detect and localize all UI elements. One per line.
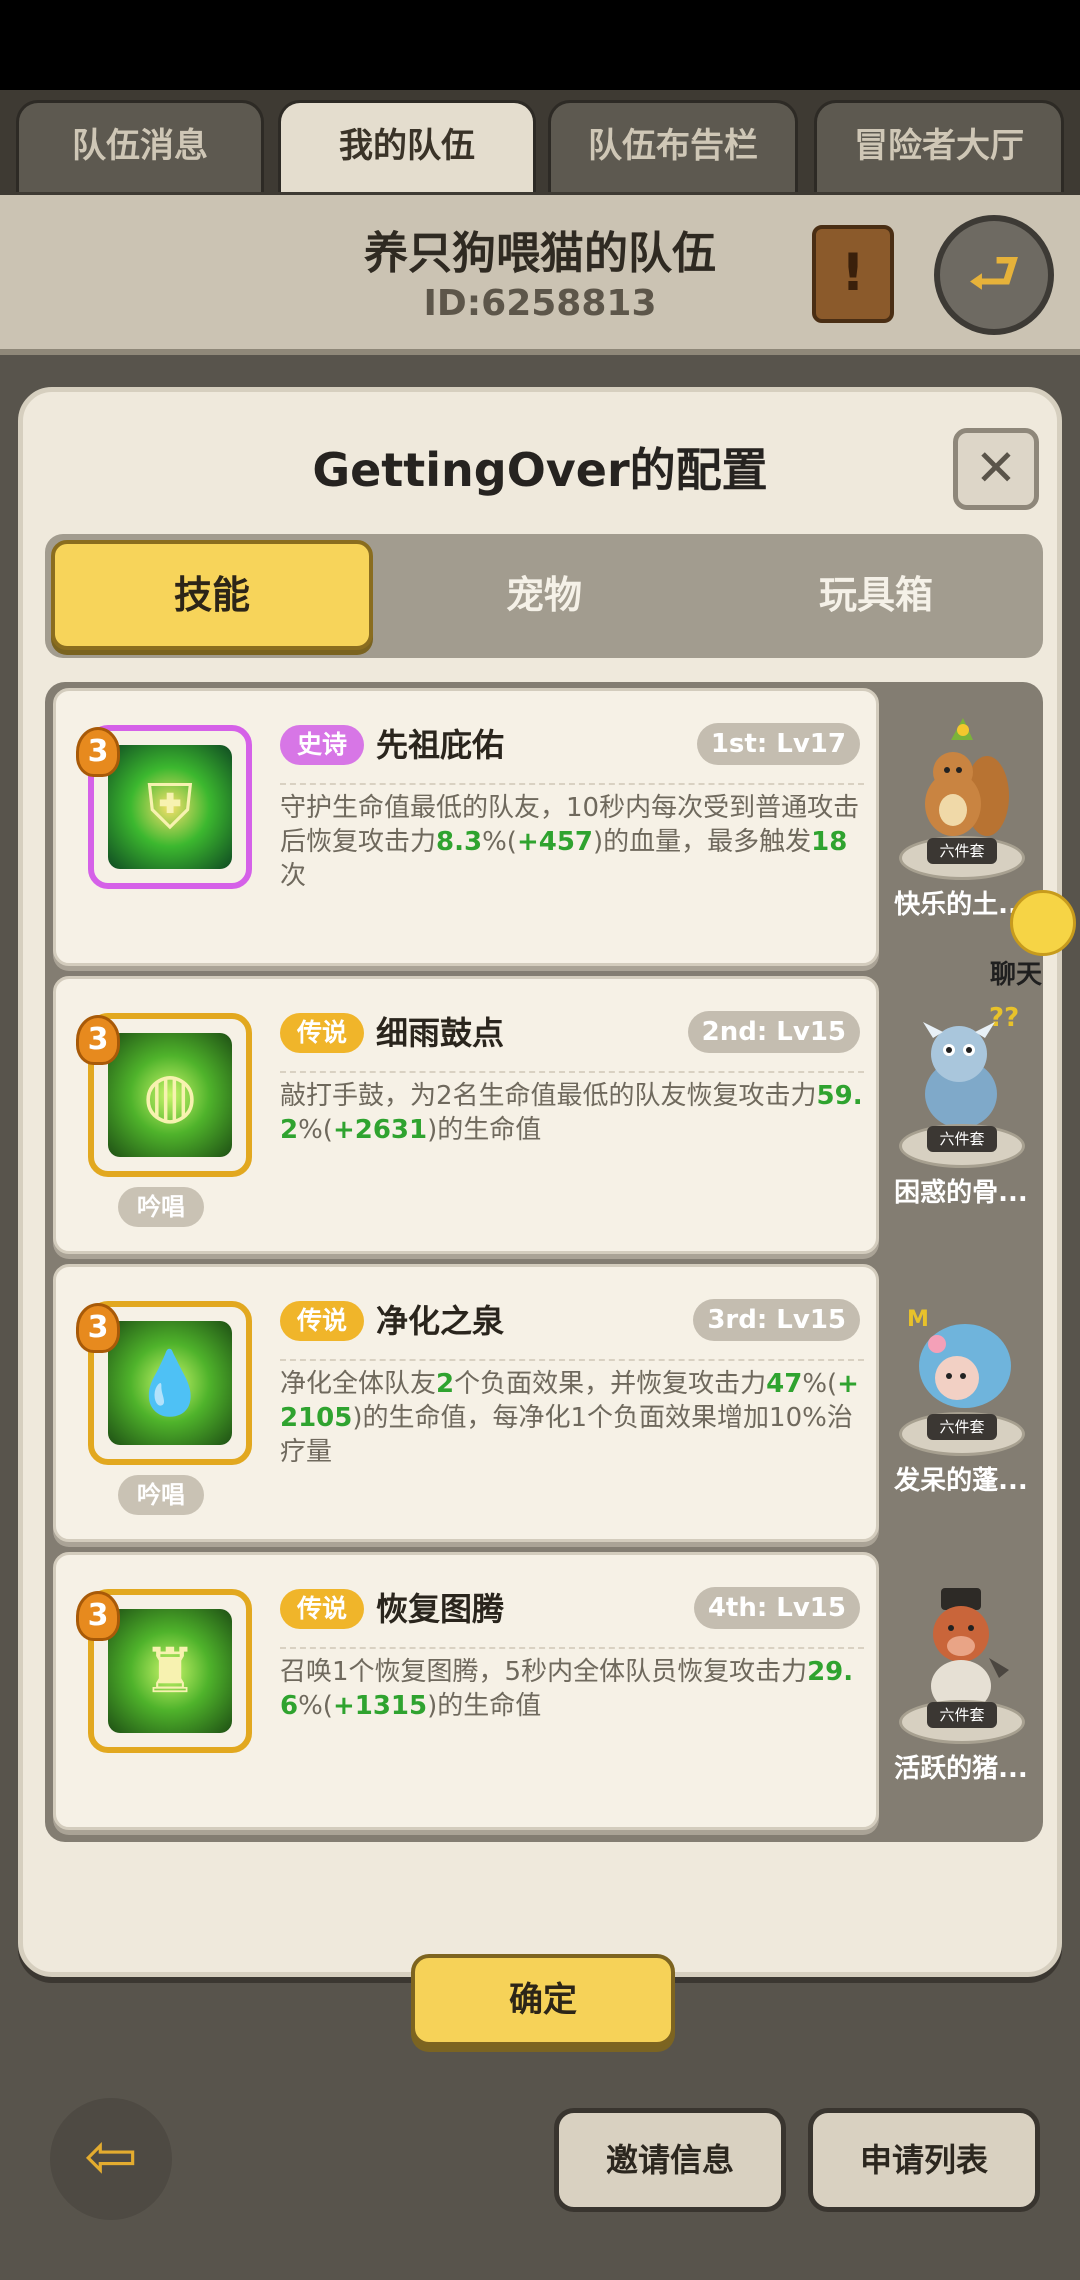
desc-text: %( bbox=[482, 827, 517, 857]
desc-value: 18 bbox=[811, 827, 848, 857]
desc-text: %( bbox=[802, 1369, 838, 1399]
divider bbox=[280, 783, 864, 787]
close-icon: ✕ bbox=[975, 439, 1017, 497]
chat-face-icon bbox=[1010, 890, 1076, 956]
team-name: 养只狗喂猫的队伍 bbox=[364, 228, 716, 279]
pet-set-badge: 六件套 bbox=[927, 1702, 997, 1728]
skill-slot-level: 4th: Lv15 bbox=[693, 1587, 860, 1629]
tab-my-team[interactable]: 我的队伍 bbox=[278, 100, 536, 192]
pet-name: 活跃的猪... bbox=[894, 1754, 1028, 1784]
desc-value: +1315 bbox=[332, 1691, 428, 1721]
close-button[interactable]: ✕ bbox=[953, 428, 1039, 510]
desc-text: )的血量，最多触发 bbox=[593, 827, 812, 857]
divider bbox=[280, 1359, 864, 1363]
rarity-badge: 史诗 bbox=[280, 725, 364, 765]
pet-set-badge: 六件套 bbox=[927, 1414, 997, 1440]
pet-slot[interactable]: ?? 六件套 困惑的骨... bbox=[879, 976, 1043, 1254]
skill-level-badge: 3 bbox=[76, 1591, 120, 1641]
desc-value: 2 bbox=[436, 1369, 455, 1399]
apply-list-button[interactable]: 申请列表 bbox=[808, 2108, 1040, 2212]
desc-text: %( bbox=[298, 1115, 333, 1145]
pet-name: 发呆的蓬... bbox=[894, 1466, 1028, 1496]
drum-icon: ◍ bbox=[142, 1058, 198, 1131]
desc-value: +2631 bbox=[332, 1115, 428, 1145]
desc-text: %( bbox=[298, 1691, 333, 1721]
config-tabs: 技能 宠物 玩具箱 bbox=[45, 534, 1043, 658]
chant-tag: 吟唱 bbox=[118, 1187, 204, 1227]
desc-value: 47 bbox=[766, 1369, 803, 1399]
skill-level-badge: 3 bbox=[76, 1303, 120, 1353]
tab-team-messages[interactable]: 队伍消息 bbox=[16, 100, 264, 192]
pet-slot[interactable]: M 六件套 发呆的蓬... bbox=[879, 1264, 1043, 1542]
divider bbox=[280, 1071, 864, 1075]
tab-team-bulletin[interactable]: 队伍布告栏 bbox=[548, 100, 798, 192]
skill-description: 守护生命值最低的队友，10秒内每次受到普通攻击后恢复攻击力8.3%(+457)的… bbox=[280, 791, 864, 893]
desc-text: 净化全体队友 bbox=[280, 1369, 437, 1399]
skill-name: 恢复图腾 bbox=[376, 1590, 505, 1628]
skill-card[interactable]: ⛨ 3 史诗 先祖庇佑 1st: Lv17 守护生命值最低的队友，10秒内每次受… bbox=[53, 688, 879, 966]
pet-name: 困惑的骨... bbox=[894, 1178, 1028, 1208]
chant-tag: 吟唱 bbox=[118, 1475, 204, 1515]
rarity-badge: 传说 bbox=[280, 1013, 364, 1053]
skill-name: 细雨鼓点 bbox=[376, 1014, 505, 1052]
skill-card[interactable]: 💧 3 吟唱 传说 净化之泉 3rd: Lv15 净化全体队友2个负面效果，并恢… bbox=[53, 1264, 879, 1542]
app-screen: 队伍消息 我的队伍 队伍布告栏 冒险者大厅 养只狗喂猫的队伍 ID:625881… bbox=[0, 90, 1080, 2280]
dialog-title: GettingOver的配置 bbox=[312, 443, 768, 497]
rarity-badge: 传说 bbox=[280, 1589, 364, 1629]
skill-card[interactable]: ◍ 3 吟唱 传说 细雨鼓点 2nd: Lv15 敲打手鼓，为2名生命值最低的队… bbox=[53, 976, 879, 1254]
team-id: ID:6258813 bbox=[423, 283, 657, 324]
status-bar bbox=[0, 0, 1080, 90]
desc-text: )的生命值 bbox=[427, 1691, 542, 1721]
pet-slot[interactable]: 六件套 活跃的猪... bbox=[879, 1552, 1043, 1830]
desc-value: 8.3 bbox=[436, 827, 483, 857]
desc-value: +457 bbox=[516, 827, 593, 857]
back-arrow-icon[interactable]: ⇦ bbox=[50, 2098, 172, 2220]
invite-info-button[interactable]: 邀请信息 bbox=[554, 2108, 786, 2212]
skill-name: 净化之泉 bbox=[376, 1302, 505, 1340]
svg-text:M: M bbox=[907, 1307, 929, 1332]
skill-description: 召唤1个恢复图腾，5秒内全体队员恢复攻击力29.6%(+1315)的生命值 bbox=[280, 1655, 864, 1723]
exit-team-icon[interactable]: ⮐ bbox=[934, 215, 1054, 335]
desc-text: 个负面效果，并恢复攻击力 bbox=[454, 1369, 767, 1399]
desc-text: 召唤1个恢复图腾，5秒内全体队员恢复攻击力 bbox=[280, 1657, 808, 1687]
rarity-badge: 传说 bbox=[280, 1301, 364, 1341]
chat-button[interactable]: 聊天 bbox=[972, 890, 1078, 1000]
skill-level-badge: 3 bbox=[76, 1015, 120, 1065]
team-header: 养只狗喂猫的队伍 ID:6258813 ! ⮐ bbox=[0, 195, 1080, 355]
skill-card[interactable]: ♜ 3 传说 恢复图腾 4th: Lv15 召唤1个恢复图腾，5秒内全体队员恢复… bbox=[53, 1552, 879, 1830]
svg-text:??: ?? bbox=[989, 1003, 1019, 1033]
totem-icon: ♜ bbox=[142, 1634, 198, 1707]
top-tabs: 队伍消息 我的队伍 队伍布告栏 冒险者大厅 bbox=[0, 90, 1080, 195]
skill-description: 净化全体队友2个负面效果，并恢复攻击力47%(+2105)的生命值，每净化1个负… bbox=[280, 1367, 864, 1469]
desc-text: )的生命值，每净化1个负面效果增加10%治疗量 bbox=[280, 1403, 853, 1467]
skill-level-badge: 3 bbox=[76, 727, 120, 777]
pet-set-badge: 六件套 bbox=[927, 1126, 997, 1152]
chat-label: 聊天 bbox=[990, 960, 1043, 990]
skill-description: 敲打手鼓，为2名生命值最低的队友恢复攻击力59.2%(+2631)的生命值 bbox=[280, 1079, 864, 1147]
skill-name: 先祖庇佑 bbox=[376, 726, 505, 764]
skill-slot-level: 3rd: Lv15 bbox=[693, 1299, 860, 1341]
shield-icon: ⛨ bbox=[146, 770, 194, 843]
desc-text: 敲打手鼓，为2名生命值最低的队友恢复攻击力 bbox=[280, 1081, 817, 1111]
divider bbox=[280, 1647, 864, 1651]
skill-list: ⛨ 3 史诗 先祖庇佑 1st: Lv17 守护生命值最低的队友，10秒内每次受… bbox=[45, 682, 1043, 1842]
tab-skills[interactable]: 技能 bbox=[51, 540, 373, 650]
tab-pets[interactable]: 宠物 bbox=[383, 540, 705, 650]
config-dialog: GettingOver的配置 ✕ 技能 宠物 玩具箱 ⛨ 3 史诗 先祖庇佑 1… bbox=[18, 387, 1062, 2046]
tab-adventurer-hall[interactable]: 冒险者大厅 bbox=[814, 100, 1064, 192]
notice-scroll-icon[interactable]: ! bbox=[812, 225, 894, 323]
water-drop-icon: 💧 bbox=[131, 1346, 209, 1419]
desc-text: 次 bbox=[280, 861, 307, 891]
skill-slot-level: 2nd: Lv15 bbox=[687, 1011, 860, 1053]
pet-set-badge: 六件套 bbox=[927, 838, 997, 864]
tab-toybox[interactable]: 玩具箱 bbox=[715, 540, 1037, 650]
desc-text: )的生命值 bbox=[427, 1115, 542, 1145]
skill-slot-level: 1st: Lv17 bbox=[696, 723, 860, 765]
confirm-button[interactable]: 确定 bbox=[411, 1954, 675, 2046]
